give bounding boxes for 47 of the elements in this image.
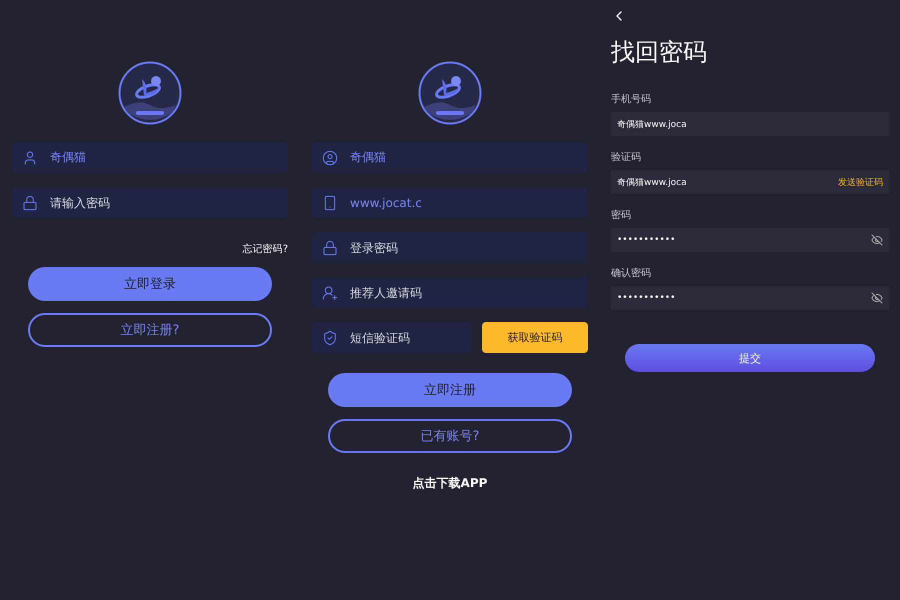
input-field[interactable]: 奇偶猫	[312, 142, 588, 173]
field-label: 确认密码	[611, 266, 652, 280]
text-input[interactable]: 奇偶猫	[350, 150, 578, 164]
shield-check-icon	[322, 330, 338, 346]
page-title: 找回密码	[611, 37, 708, 68]
lock-icon	[22, 194, 38, 210]
text-input[interactable]: 登录密码	[350, 240, 578, 254]
eye-closed-icon[interactable]	[871, 234, 883, 246]
text-input[interactable]: 奇偶猫www.joca	[617, 177, 838, 187]
text-input[interactable]: 请输入密码	[50, 196, 278, 210]
forgot-password-link[interactable]: 忘记密码?	[242, 242, 288, 256]
input-field[interactable]: 登录密码	[312, 232, 588, 263]
eye-closed-icon[interactable]	[871, 292, 883, 304]
user-icon	[22, 150, 38, 166]
input-field[interactable]: 奇偶猫www.joca 发送验证码	[611, 170, 889, 194]
get-code-button[interactable]: 获取验证码	[482, 322, 588, 353]
text-input[interactable]: 奇偶猫	[50, 150, 278, 164]
logo-icon	[118, 61, 182, 125]
lock-icon	[322, 240, 338, 256]
primary-button[interactable]: 立即登录	[28, 267, 272, 301]
phone-icon	[322, 194, 338, 210]
input-field[interactable]: •••••••••••	[611, 286, 889, 310]
add-user-icon	[322, 284, 338, 300]
field-label: 手机号码	[611, 92, 652, 106]
text-input[interactable]: •••••••••••	[617, 293, 871, 303]
input-field[interactable]: 奇偶猫www.joca	[611, 112, 889, 136]
input-field[interactable]: www.jocat.c	[312, 187, 588, 218]
user-circle-icon	[322, 150, 338, 166]
input-field[interactable]: •••••••••••	[611, 228, 889, 252]
text-input[interactable]: www.jocat.c	[350, 196, 578, 210]
primary-button[interactable]: 立即注册	[328, 373, 572, 407]
text-input[interactable]: 奇偶猫www.joca	[617, 119, 883, 129]
field-label: 验证码	[611, 151, 642, 164]
logo-icon	[418, 61, 482, 125]
input-field[interactable]: 推荐人邀请码	[312, 277, 588, 308]
download-app-link[interactable]: 点击下载APP	[412, 475, 488, 492]
text-input[interactable]: •••••••••••	[617, 235, 871, 245]
text-input[interactable]: 短信验证码	[350, 330, 462, 344]
outline-button[interactable]: 立即注册?	[28, 313, 272, 347]
outline-button[interactable]: 已有账号?	[328, 419, 572, 453]
input-field[interactable]: 短信验证码	[312, 322, 472, 353]
field-label: 密码	[611, 208, 632, 222]
input-field[interactable]: 奇偶猫	[12, 142, 288, 173]
text-input[interactable]: 推荐人邀请码	[350, 286, 578, 300]
send-code-link[interactable]: 发送验证码	[838, 176, 883, 188]
submit-button[interactable]: 提交	[625, 344, 875, 372]
input-field[interactable]: 请输入密码	[12, 187, 288, 218]
